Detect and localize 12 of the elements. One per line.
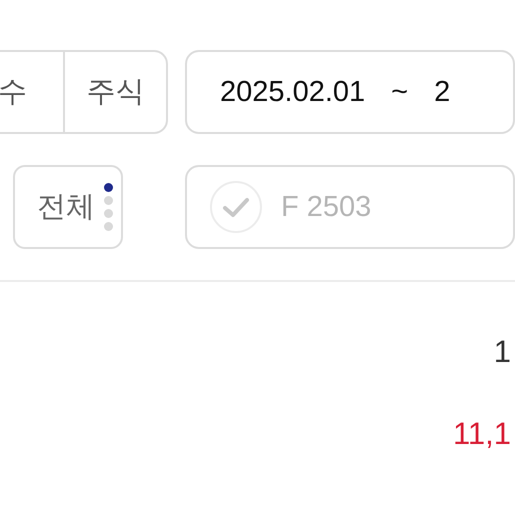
filter-label: 전체: [37, 190, 95, 225]
start-date: 2025.02.01: [220, 76, 366, 108]
contract-code: F 2503: [281, 190, 372, 224]
check-icon[interactable]: [209, 180, 263, 234]
date-range-field[interactable]: 2025.02.01 ~ 2: [185, 50, 515, 134]
end-date: 2: [434, 76, 450, 108]
segment-tab[interactable]: 수: [0, 52, 63, 132]
segment-tab[interactable]: 주식: [63, 52, 166, 132]
amount-value: 11,1: [452, 416, 511, 452]
amount-value: 1: [494, 334, 511, 370]
range-separator: ~: [391, 76, 408, 108]
type-filter[interactable]: 전체: [13, 165, 123, 249]
